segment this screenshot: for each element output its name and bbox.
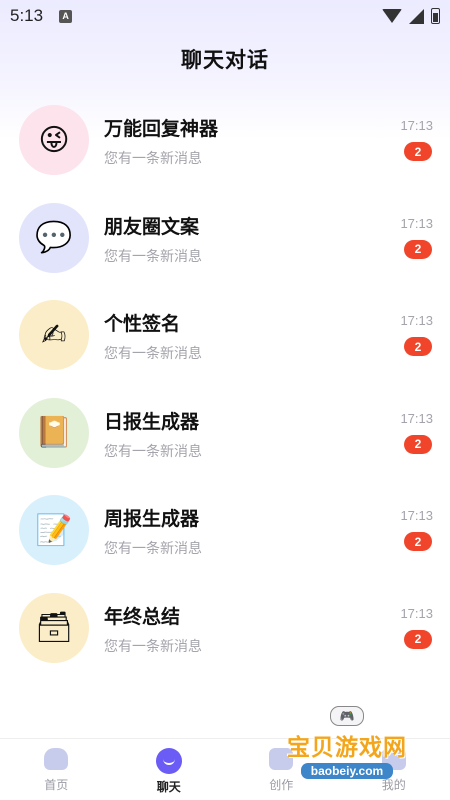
tab-chat[interactable]: 聊天 — [113, 739, 226, 800]
avatar-glyph: 📝 — [35, 513, 73, 547]
writing-hand-icon: ✍ — [19, 300, 89, 370]
unread-badge: 2 — [404, 532, 432, 551]
signal-icon — [409, 8, 424, 24]
chat-preview: 您有一条新消息 — [104, 345, 202, 361]
unread-badge: 2 — [404, 434, 432, 454]
chat-preview: 您有一条新消息 — [104, 540, 202, 556]
gamepad-icon: 🎮 — [330, 706, 364, 726]
chat-name: 年终总结 — [104, 606, 181, 628]
status-time: 5:13 — [10, 6, 44, 25]
chat-item-pengyouquan[interactable]: 💬 朋友圈文案 您有一条新消息 17:13 2 — [0, 198, 450, 296]
tab-label: 首页 — [44, 778, 69, 792]
battery-icon — [431, 8, 440, 24]
avatar-glyph: 📔 — [35, 416, 73, 449]
avatar-glyph: 💬 — [35, 221, 73, 254]
file-cabinet-icon: 🗃 — [19, 592, 89, 663]
chat-smile-icon — [155, 748, 182, 774]
chat-name: 朋友圈文案 — [104, 216, 200, 238]
memo-icon: 📝 — [19, 495, 89, 565]
chat-name: 周报生成器 — [104, 509, 200, 530]
chat-time: 17:13 — [400, 508, 433, 523]
tab-label: 聊天 — [156, 780, 181, 794]
chat-time: 17:13 — [400, 313, 433, 328]
home-icon — [44, 748, 69, 770]
chat-name: 日报生成器 — [104, 411, 200, 433]
notification-a-icon: A — [59, 9, 73, 23]
unread-badge: 2 — [404, 337, 432, 356]
page-title: 聊天对话 — [181, 49, 269, 72]
tab-home[interactable]: 首页 — [0, 739, 113, 800]
unread-badge: 2 — [404, 629, 432, 649]
watermark-title: 宝贝游戏网 — [287, 734, 407, 760]
watermark: 🎮 宝贝游戏网 baobeiy.com — [272, 706, 422, 780]
avatar-glyph: ✍ — [41, 318, 67, 352]
chat-item-wanneng[interactable]: 😜 万能回复神器 您有一条新消息 17:13 2 — [0, 100, 450, 198]
status-bar: 5:13 A — [0, 0, 450, 32]
chat-item-daily-report[interactable]: 📔 日报生成器 您有一条新消息 17:13 2 — [0, 393, 450, 491]
chat-time: 17:13 — [400, 215, 433, 231]
chat-preview: 您有一条新消息 — [104, 247, 202, 264]
status-indicators — [382, 8, 440, 24]
chat-item-weekly-report[interactable]: 📝 周报生成器 您有一条新消息 17:13 2 — [0, 490, 450, 588]
speech-bubble-icon: 💬 — [19, 202, 89, 273]
chat-time: 17:13 — [400, 605, 433, 621]
title-bar: 聊天对话 — [0, 44, 450, 74]
chat-time: 17:13 — [400, 410, 433, 426]
notebook-icon: 📔 — [19, 397, 89, 468]
chat-name: 万能回复神器 — [104, 119, 219, 140]
chat-list: 😜 万能回复神器 您有一条新消息 17:13 2 💬 朋友圈文案 您有一条新消息… — [0, 100, 450, 685]
avatar-glyph: 🗃 — [34, 611, 74, 644]
chat-preview: 您有一条新消息 — [104, 150, 202, 166]
chat-preview: 您有一条新消息 — [104, 637, 202, 654]
chat-time: 17:13 — [400, 118, 433, 133]
avatar-glyph: 😜 — [38, 123, 70, 157]
chat-name: 个性签名 — [104, 314, 181, 335]
unread-badge: 2 — [404, 239, 432, 259]
chat-item-year-summary[interactable]: 🗃 年终总结 您有一条新消息 17:13 2 — [0, 588, 450, 686]
unread-badge: 2 — [404, 142, 432, 161]
wifi-icon — [382, 9, 402, 23]
chat-preview: 您有一条新消息 — [104, 442, 202, 459]
watermark-url: baobeiy.com — [300, 763, 394, 779]
chat-item-signature[interactable]: ✍ 个性签名 您有一条新消息 17:13 2 — [0, 295, 450, 393]
face-with-tongue-icon: 😜 — [19, 105, 89, 175]
